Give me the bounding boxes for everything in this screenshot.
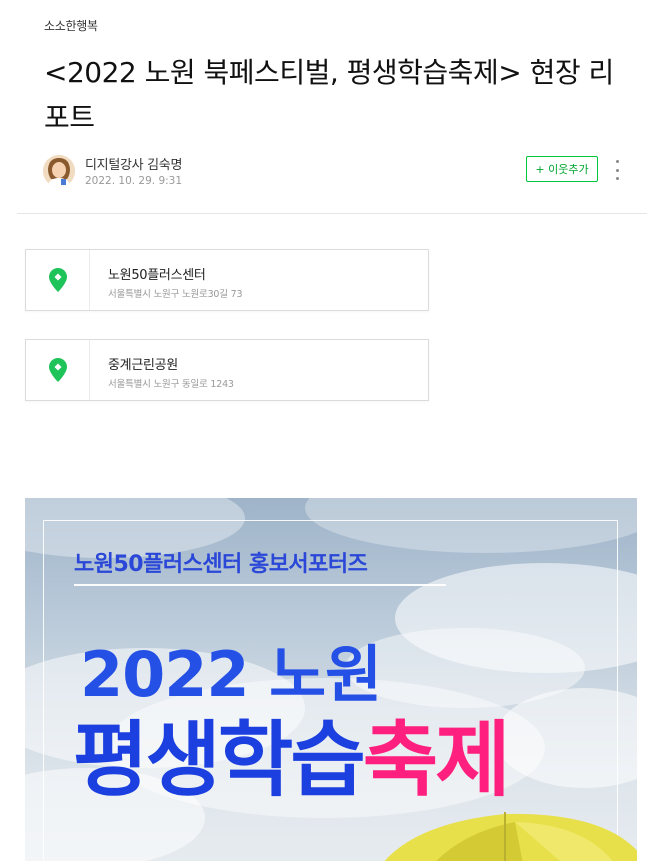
place-name: 노원50플러스센터	[108, 268, 206, 283]
post-date: 2022. 10. 29. 9:31	[85, 175, 183, 187]
map-pin-icon	[26, 250, 90, 310]
map-pin-icon	[26, 340, 90, 400]
header-divider	[17, 213, 647, 214]
poster-subtitle: 노원50플러스센터 홍보서포터즈	[74, 552, 368, 577]
festival-poster-image[interactable]: 노원50플러스센터 홍보서포터즈 2022 노원 평생학습축제	[25, 498, 637, 861]
author-name[interactable]: 디지털강사 김숙명	[85, 154, 182, 173]
place-name: 중계근린공원	[108, 358, 178, 373]
place-card[interactable]: 중계근린공원 서울특별시 노원구 동일로 1243	[25, 339, 429, 401]
post-title: <2022 노원 북페스티벌, 평생학습축제> 현장 리포트	[44, 56, 614, 134]
poster-main-pink: 축제	[362, 713, 511, 808]
poster-main-blue: 평생학습	[73, 713, 366, 808]
poster-year-line: 2022 노원	[80, 638, 382, 711]
author-avatar[interactable]	[43, 155, 75, 187]
place-address: 서울특별시 노원구 노원로30길 73	[108, 289, 243, 300]
poster-main-title: 평생학습축제	[73, 713, 511, 808]
more-options-icon[interactable]	[611, 160, 623, 180]
post-category[interactable]: 소소한행복	[44, 17, 98, 34]
blog-post-page: 소소한행복 <2022 노원 북페스티벌, 평생학습축제> 현장 리포트 디지털…	[0, 0, 664, 861]
place-address: 서울특별시 노원구 동일로 1243	[108, 379, 234, 390]
place-card[interactable]: 노원50플러스센터 서울특별시 노원구 노원로30길 73	[25, 249, 429, 311]
add-neighbor-button[interactable]: + 이웃추가	[526, 156, 598, 182]
poster-subtitle-underline	[74, 584, 446, 586]
